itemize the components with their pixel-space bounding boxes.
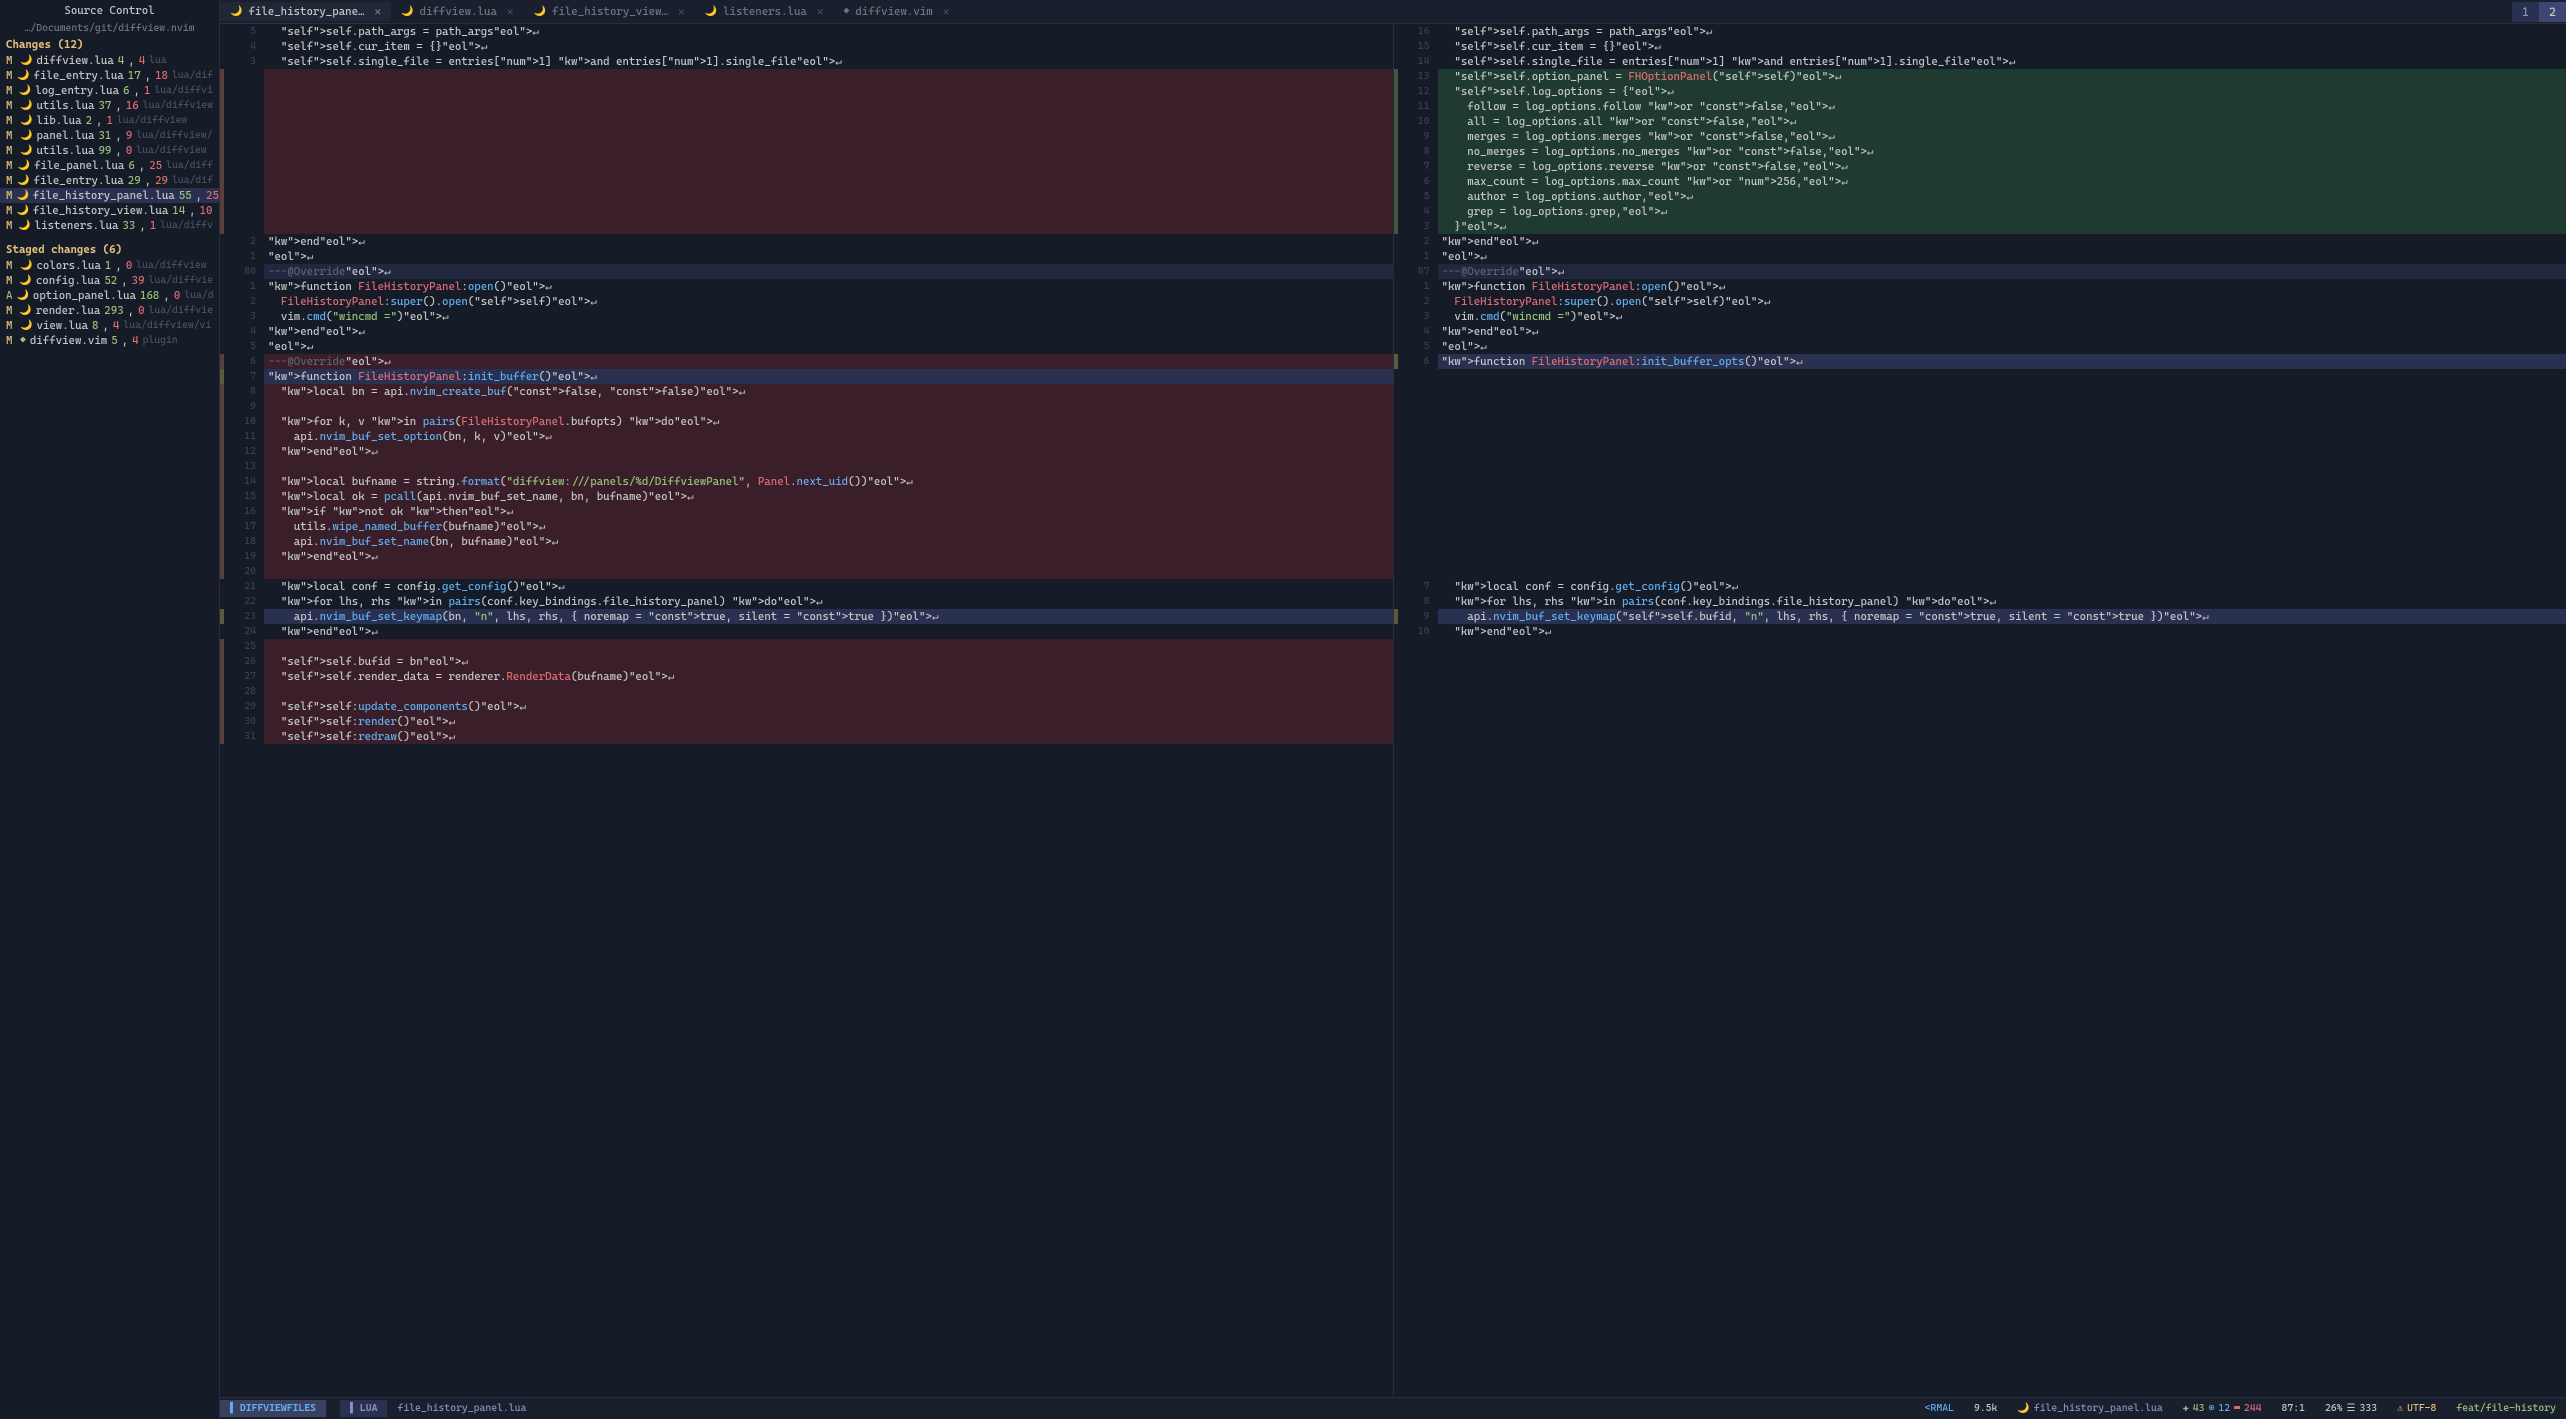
file-icon: 🌙: [20, 130, 32, 141]
tab-num-1[interactable]: 1: [2512, 2, 2539, 22]
file-icon: 🌙: [19, 275, 31, 286]
close-icon[interactable]: ✕: [507, 5, 514, 18]
file-icon: 🌙: [18, 160, 30, 171]
file-icon: 🌙: [18, 220, 30, 231]
file-item[interactable]: M🌙utils.lua 99, 0 lua/diffview: [0, 143, 219, 158]
close-icon[interactable]: ✕: [678, 5, 685, 18]
file-item[interactable]: M🌙render.lua 293, 0 lua/diffvie: [0, 303, 219, 318]
file-item[interactable]: M🌙file_entry.lua 29, 29 lua/dif: [0, 173, 219, 188]
tab-bar: 🌙file_history_pane…✕🌙diffview.lua✕🌙file_…: [220, 0, 2566, 24]
file-status: M: [6, 319, 16, 332]
file-status: M: [6, 99, 16, 112]
file-icon: 🌙: [20, 115, 32, 126]
file-status: M: [6, 69, 13, 82]
file-item[interactable]: M◆diffview.vim 5, 4 plugin: [0, 333, 219, 348]
file-icon: 🌙: [16, 190, 28, 201]
staged-header: Staged changes (6): [0, 241, 219, 258]
status-add: 43: [2193, 1403, 2205, 1414]
tab-num-2[interactable]: 2: [2539, 2, 2566, 22]
file-status: M: [6, 174, 13, 187]
diff-pane-left[interactable]: 5432180123456789101112131415161718192021…: [220, 24, 1394, 1397]
lua-icon: 🌙: [534, 6, 546, 17]
file-status: M: [6, 189, 12, 202]
file-icon: 🌙: [16, 290, 28, 301]
file-status: M: [6, 204, 12, 217]
file-icon: 🌙: [20, 320, 32, 331]
tab-0[interactable]: 🌙file_history_pane…✕: [220, 2, 391, 21]
status-chg: 12: [2218, 1403, 2230, 1414]
file-icon: 🌙: [20, 55, 32, 66]
status-pct: 26%: [2325, 1403, 2343, 1414]
file-item[interactable]: M🌙diffview.lua 4, 4 lua: [0, 53, 219, 68]
file-status: M: [6, 159, 14, 172]
diff-change-icon: ◉: [2208, 1403, 2214, 1414]
diff-del-icon: ▬: [2234, 1403, 2240, 1414]
status-branch: feat/file-history: [2456, 1403, 2556, 1414]
file-status: M: [6, 259, 16, 272]
file-item[interactable]: M🌙file_history_panel.lua 55, 25: [0, 188, 219, 203]
sidebar-title: Source Control: [0, 0, 219, 21]
sidebar-path: …/Documents/git/diffview.nvim: [0, 21, 219, 36]
sidebar[interactable]: Source Control …/Documents/git/diffview.…: [0, 0, 220, 1419]
file-icon: 🌙: [16, 205, 28, 216]
file-icon: 🌙: [20, 100, 32, 111]
close-icon[interactable]: ✕: [817, 5, 824, 18]
status-del: 244: [2244, 1403, 2262, 1414]
lua-icon: ◆: [843, 6, 849, 17]
status-file-left: file_history_panel.lua: [387, 1400, 536, 1417]
tab-2[interactable]: 🌙file_history_view…✕: [524, 2, 695, 21]
file-status: M: [6, 144, 16, 157]
status-mode-left: DIFFVIEWFILES: [240, 1403, 316, 1414]
file-item[interactable]: A🌙option_panel.lua 168, 0 lua/d: [0, 288, 219, 303]
file-icon: 🌙: [19, 85, 31, 96]
status-pos: 87:1: [2272, 1400, 2315, 1417]
lua-icon: 🌙: [705, 6, 717, 17]
file-status: M: [6, 304, 15, 317]
file-status: M: [6, 219, 14, 232]
status-file-right: file_history_panel.lua: [2034, 1403, 2163, 1414]
file-icon: 🌙: [17, 70, 29, 81]
file-item[interactable]: M🌙utils.lua 37, 16 lua/diffview: [0, 98, 219, 113]
file-status: M: [6, 274, 15, 287]
file-item[interactable]: M🌙file_panel.lua 6, 25 lua/diff: [0, 158, 219, 173]
tab-4[interactable]: ◆diffview.vim✕: [833, 2, 959, 21]
file-item[interactable]: M🌙log_entry.lua 6, 1 lua/diffvi: [0, 83, 219, 98]
status-enc: UTF-8: [2407, 1403, 2436, 1414]
file-item[interactable]: M🌙listeners.lua 33, 1 lua/diffv: [0, 218, 219, 233]
tab-1[interactable]: 🌙diffview.lua✕: [391, 2, 523, 21]
file-icon: ◆: [20, 335, 26, 346]
tab-3[interactable]: 🌙listeners.lua✕: [695, 2, 834, 21]
file-icon: 🌙: [20, 145, 32, 156]
diff-pane-right[interactable]: 161514131211109876543218712345678910 "se…: [1394, 24, 2566, 1397]
file-status: M: [6, 129, 16, 142]
file-status: M: [6, 114, 16, 127]
statusbar: ▌DIFFVIEWFILES ▌LUA file_history_panel.l…: [220, 1397, 2566, 1419]
status-lang: LUA: [360, 1403, 378, 1414]
status-lines: 333: [2359, 1403, 2377, 1414]
file-icon: 🌙: [17, 175, 29, 186]
lua-icon: 🌙: [230, 6, 242, 17]
file-status: M: [6, 334, 16, 347]
file-item[interactable]: M🌙lib.lua 2, 1 lua/diffview: [0, 113, 219, 128]
status-mode-right: <RMAL: [1915, 1400, 1964, 1417]
file-status: M: [6, 84, 15, 97]
file-icon: 🌙: [19, 305, 31, 316]
file-icon: 🌙: [20, 260, 32, 271]
close-icon[interactable]: ✕: [943, 5, 950, 18]
file-item[interactable]: M🌙colors.lua 1, 0 lua/diffview: [0, 258, 219, 273]
close-icon[interactable]: ✕: [374, 5, 381, 18]
file-item[interactable]: M🌙config.lua 52, 39 lua/diffvie: [0, 273, 219, 288]
lua-icon: 🌙: [401, 6, 413, 17]
file-item[interactable]: M🌙view.lua 8, 4 lua/diffview/vi: [0, 318, 219, 333]
file-status: M: [6, 54, 16, 67]
file-item[interactable]: M🌙file_history_view.lua 14, 10: [0, 203, 219, 218]
status-size: 9.5k: [1964, 1400, 2007, 1417]
diff-add-icon: ✚: [2183, 1403, 2189, 1414]
file-status: A: [6, 289, 12, 302]
file-item[interactable]: M🌙panel.lua 31, 9 lua/diffview/: [0, 128, 219, 143]
file-item[interactable]: M🌙file_entry.lua 17, 18 lua/dif: [0, 68, 219, 83]
changes-header: Changes (12): [0, 36, 219, 53]
